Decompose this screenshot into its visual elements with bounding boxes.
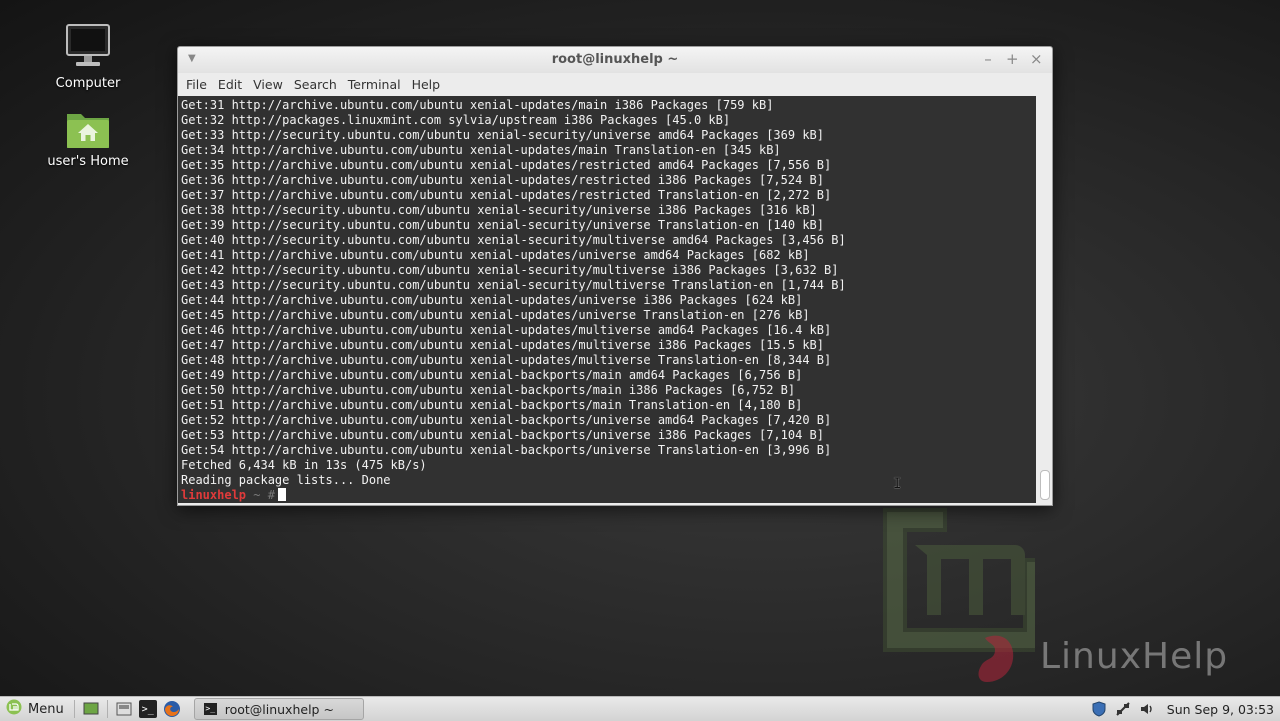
show-desktop-icon[interactable] — [82, 700, 100, 718]
mouse-ibeam-cursor: I — [893, 476, 902, 492]
terminal-line: Get:48 http://archive.ubuntu.com/ubuntu … — [181, 353, 832, 367]
desktop-icon-label: user's Home — [47, 154, 129, 169]
text-cursor — [277, 488, 286, 501]
terminal-line: Get:54 http://archive.ubuntu.com/ubuntu … — [181, 443, 832, 457]
menu-help[interactable]: Help — [412, 77, 441, 92]
terminal-line: Get:40 http://security.ubuntu.com/ubuntu… — [181, 233, 846, 247]
terminal-line: Get:42 http://security.ubuntu.com/ubuntu… — [181, 263, 839, 277]
terminal-line: Get:45 http://archive.ubuntu.com/ubuntu … — [181, 308, 810, 322]
terminal-window[interactable]: ▼ root@linuxhelp ~ – + × File Edit View … — [177, 46, 1053, 506]
menu-file[interactable]: File — [186, 77, 207, 92]
menu-bar: File Edit View Search Terminal Help — [178, 73, 1052, 95]
terminal-output[interactable]: Get:31 http://archive.ubuntu.com/ubuntu … — [178, 96, 1036, 503]
prompt-path: ~ # — [246, 488, 275, 502]
terminal-line: Get:36 http://archive.ubuntu.com/ubuntu … — [181, 173, 824, 187]
desktop-icon-home[interactable]: user's Home — [38, 106, 138, 169]
minimize-icon[interactable]: – — [982, 50, 994, 68]
terminal-line: Get:41 http://archive.ubuntu.com/ubuntu … — [181, 248, 810, 262]
taskbar-window-label: root@linuxhelp ~ — [224, 701, 334, 717]
terminal-line: Get:49 http://archive.ubuntu.com/ubuntu … — [181, 368, 803, 382]
taskbar-window-button[interactable]: >_ root@linuxhelp ~ — [193, 698, 364, 720]
window-titlebar[interactable]: ▼ root@linuxhelp ~ – + × — [178, 47, 1052, 73]
shield-icon[interactable] — [1090, 700, 1108, 718]
start-menu-button[interactable]: Menu — [0, 697, 70, 721]
terminal-line: Get:35 http://archive.ubuntu.com/ubuntu … — [181, 158, 832, 172]
clock[interactable]: Sun Sep 9, 03:53 — [1167, 702, 1274, 717]
close-icon[interactable]: × — [1030, 50, 1043, 68]
terminal-line: Get:46 http://archive.ubuntu.com/ubuntu … — [181, 323, 832, 337]
system-tray: Sun Sep 9, 03:53 — [1087, 697, 1280, 721]
terminal-line: Get:31 http://archive.ubuntu.com/ubuntu … — [181, 98, 774, 112]
brand-watermark-text: LinuxHelp — [1040, 636, 1229, 677]
window-title: root@linuxhelp ~ — [551, 52, 679, 67]
terminal-line: Get:37 http://archive.ubuntu.com/ubuntu … — [181, 188, 832, 202]
terminal-line: Get:51 http://archive.ubuntu.com/ubuntu … — [181, 398, 803, 412]
menu-edit[interactable]: Edit — [218, 77, 242, 92]
terminal-line: Get:47 http://archive.ubuntu.com/ubuntu … — [181, 338, 824, 352]
panel-separator — [106, 700, 108, 718]
terminal-line: Get:44 http://archive.ubuntu.com/ubuntu … — [181, 293, 803, 307]
terminal-line: Get:43 http://security.ubuntu.com/ubuntu… — [181, 278, 846, 292]
taskbar: Menu >_ >_ root@linuxhelp ~ Sun Sep 9, 0… — [0, 696, 1280, 721]
terminal-line: Get:32 http://packages.linuxmint.com syl… — [181, 113, 731, 127]
firefox-icon[interactable] — [163, 700, 181, 718]
terminal-task-icon: >_ — [203, 703, 217, 715]
terminal-line: Get:39 http://security.ubuntu.com/ubuntu… — [181, 218, 824, 232]
maximize-icon[interactable]: + — [1006, 50, 1019, 68]
network-icon[interactable] — [1114, 700, 1132, 718]
terminal-line: Reading package lists... Done — [181, 473, 391, 487]
terminal-line: Get:53 http://archive.ubuntu.com/ubuntu … — [181, 428, 824, 442]
mint-menu-icon — [6, 699, 22, 719]
terminal-line: Get:33 http://security.ubuntu.com/ubuntu… — [181, 128, 824, 142]
terminal-line: Get:34 http://archive.ubuntu.com/ubuntu … — [181, 143, 781, 157]
scrollbar-thumb[interactable] — [1040, 470, 1050, 500]
menu-search[interactable]: Search — [294, 77, 337, 92]
terminal-scrollbar[interactable] — [1036, 96, 1052, 503]
terminal-line: Fetched 6,434 kB in 13s (475 kB/s) — [181, 458, 427, 472]
menu-label: Menu — [28, 701, 64, 717]
menu-terminal[interactable]: Terminal — [348, 77, 401, 92]
terminal-line: Get:38 http://security.ubuntu.com/ubuntu… — [181, 203, 817, 217]
terminal-line: Get:50 http://archive.ubuntu.com/ubuntu … — [181, 383, 796, 397]
desktop-icon-label: Computer — [55, 76, 121, 91]
terminal-launcher-icon[interactable]: >_ — [138, 700, 157, 718]
panel-separator — [73, 700, 75, 718]
prompt-user: linuxhelp — [181, 488, 247, 502]
volume-icon[interactable] — [1138, 700, 1156, 718]
terminal-line: Get:52 http://archive.ubuntu.com/ubuntu … — [181, 413, 832, 427]
home-folder-icon — [64, 106, 112, 150]
desktop-icon-computer[interactable]: Computer — [38, 22, 138, 91]
menu-view[interactable]: View — [253, 77, 283, 92]
file-manager-icon[interactable] — [115, 700, 133, 718]
computer-icon — [64, 22, 112, 72]
